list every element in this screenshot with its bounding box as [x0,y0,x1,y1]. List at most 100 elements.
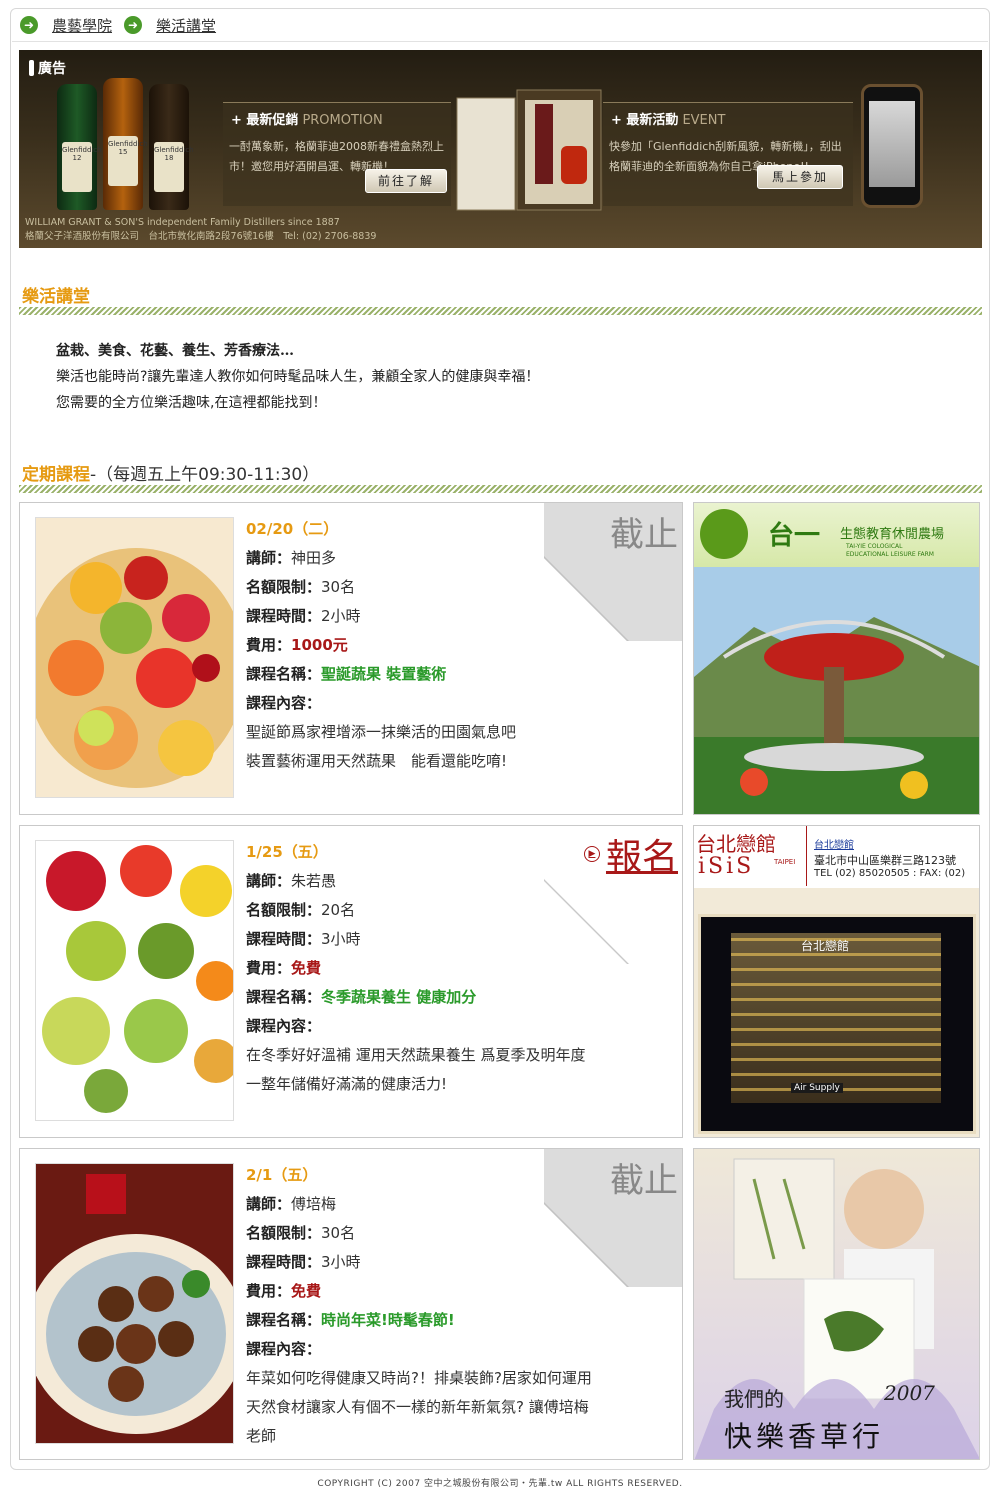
hotel-address: 臺北市中山區樂群三路123號 [814,854,956,867]
farm-name: 台一 [768,521,821,551]
course-duration: 課程時間：3小時 [246,1253,361,1271]
hotel-name: 台北戀館 [696,832,776,856]
iphone-image [861,84,923,208]
ad-banner[interactable]: 廣告 Glenfiddich 12 Glenfiddich 15 Glenfiddi… [19,50,982,248]
copyright: COPYRIGHT (C) 2007 空中之城股份有限公司・先輩.tw ALL … [317,1479,683,1489]
course-duration: 課程時間：3小時 [246,930,361,948]
hotel-header: 台北戀館 iSiS TAIPEI 台北戀館 臺北市中山區樂群三路123號 TEL… [694,826,979,888]
course-date: 1/25（五） [246,843,328,861]
course-photo-meatballs [35,1163,234,1444]
bottle-label: Glenfiddich 12 [62,142,102,192]
course-content-label: 課程內容： [246,1340,322,1358]
course-content: 一整年儲備好滿滿的健康活力! [246,1075,448,1093]
hotel-photo: 台北戀館 Air Supply [698,914,976,1134]
event-join-button[interactable]: 馬上參加 [757,165,843,189]
bottle-label: Glenfiddich 18 [154,142,194,192]
shop-sign: Air Supply [791,1083,843,1093]
herb-photo [694,1158,979,1459]
course-content: 在冬季好好溫補 運用天然蔬果養生 爲夏季及明年度 [246,1046,586,1064]
signup-link[interactable]: ▶ 報名 [583,828,678,880]
course-teacher: 講師：朱若愚 [246,872,337,890]
section-title-main: 定期課程 [22,465,90,485]
farm-english: TAI-YIE COLOGICAL EDUCATIONAL LEISURE FAR… [846,543,934,558]
section-stripe [19,307,982,315]
breadcrumb-link-academy[interactable]: 農藝學院 [52,15,112,36]
course-card: 截止 2/1（五） 講師：傅培梅 名額限制：30名 課程時間：3小時 費用：免費… [19,1148,683,1460]
promo-box: + 最新促銷 PROMOTION 一酎萬象新，格蘭菲迪2008新春禮盒熱烈上市！邀… [223,102,451,206]
course-photo-fruits [35,840,234,1121]
bottle-label: Glenfiddich 15 [108,136,148,186]
side-ad-herb[interactable]: 我們的 2007 快樂香草行 [693,1148,980,1460]
herb-line2: 快樂香草行 [724,1420,885,1453]
intro-line: 您需要的全方位樂活趣味,在這裡都能找到！ [56,395,327,411]
farm-tagline: 生態教育休閒農場 [840,527,945,542]
course-card: ▶ 報名 1/25（五） 講師：朱若愚 名額限制：20名 課程時間：3小時 費用… [19,825,683,1138]
intro-line: 樂活也能時尚?讓先輩達人教你如何時髦品味人生，兼顧全家人的健康與幸福！ [56,369,540,385]
course-info: 2/1（五） 講師：傅培梅 名額限制：30名 課程時間：3小時 費用：免費 課程… [246,1161,592,1451]
arrow-right-icon: ➜ [124,16,143,34]
section-title-lohas: 樂活講堂 [22,287,90,307]
divider [12,41,988,42]
course-content-label: 課程內容： [246,1017,322,1035]
course-name: 課程名稱：冬季蔬果養生 健康加分 [246,988,477,1006]
course-date: 2/1（五） [246,1166,318,1184]
course-content: 老師 [246,1427,277,1445]
course-fee: 費用：免費 [246,959,322,977]
breadcrumb-item[interactable]: ➜ 樂活講堂 [124,15,216,36]
hotel-sign: 台北戀館 [801,939,850,953]
divider [806,826,807,886]
course-fee: 費用：免費 [246,1282,322,1300]
side-ad-farm[interactable]: 台一 生態教育休閒農場 TAI-YIE COLOGICAL EDUCATIONAL… [693,502,980,815]
farm-header: 台一 生態教育休閒農場 TAI-YIE COLOGICAL EDUCATIONAL… [694,503,979,567]
promo-learn-more-button[interactable]: 前往了解 [365,169,447,193]
course-quota: 名額限制：20名 [246,901,356,919]
herb-year: 2007 [884,1381,935,1405]
arrow-right-icon: ➜ [20,16,38,34]
section-subtitle: -（每週五上午09:30-11:30） [90,465,320,485]
signup-label[interactable]: 報名 [606,828,678,880]
promo-title: + 最新促銷 PROMOTION [231,113,383,128]
course-quota: 名額限制：30名 [246,1224,356,1242]
course-content: 聖誕節爲家裡增添一抹樂活的田園氣息吧 [246,723,517,741]
ad-footer: WILLIAM GRANT & SON'S independent Family… [25,216,376,244]
course-name: 課程名稱：聖誕蔬果 裝置藝術 [246,665,447,683]
course-content: 天然食材讓家人有個不一樣的新年新氣氛? 讓傅培梅 [246,1398,589,1416]
ad-tag: 廣告 [29,58,66,78]
farm-logo-icon [700,509,748,559]
course-content-label: 課程內容： [246,694,322,712]
course-name: 課程名稱：時尚年菜!時髦春節! [246,1311,455,1329]
side-ad-hotel[interactable]: 台北戀館 iSiS TAIPEI 台北戀館 臺北市中山區樂群三路123號 TEL… [693,825,980,1138]
course-quota: 名額限制：30名 [246,578,356,596]
status-closed: 截止 [610,515,678,555]
hotel-building: 台北戀館 Air Supply [731,933,941,1103]
play-icon: ▶ [583,846,600,862]
iphone-screen [869,101,915,187]
course-date: 02/20（二） [246,520,339,538]
ad-footer-line: 格蘭父子洋酒股份有限公司 台北市敦化南路2段76號16樓 Tel: (02) 2… [25,231,377,242]
herb-line1: 我們的 [724,1387,784,1411]
event-title: + 最新活動 EVENT [611,113,726,128]
breadcrumb: ➜ 農藝學院 ➜ 樂活講堂 [20,12,228,38]
course-info: 02/20（二） 講師：神田多 名額限制：30名 課程時間：2小時 費用：100… [246,515,516,776]
course-content: 裝置藝術運用天然蔬果 能看還能吃唷! [246,752,508,770]
course-info: 1/25（五） 講師：朱若愚 名額限制：20名 課程時間：3小時 費用：免費 課… [246,838,586,1099]
whisky-bottle: Glenfiddich 18 [149,84,194,210]
status-closed: 截止 [610,1161,678,1201]
ad-tag-bar [29,60,34,76]
farm-photo [694,567,979,814]
course-photo-fruit-tart [35,517,234,798]
course-content: 年菜如何吃得健康又時尚?！排桌裝飾?居家如何運用 [246,1369,592,1387]
intro-lead: 盆栽、美食、花藝、養生、芳香療法… [56,343,294,359]
course-duration: 課程時間：2小時 [246,607,361,625]
course-teacher: 講師：神田多 [246,549,337,567]
gift-box-image [456,89,602,211]
ad-footer-line: WILLIAM GRANT & SON'S independent Family… [25,217,340,228]
breadcrumb-item[interactable]: ➜ 農藝學院 [20,15,112,36]
section-stripe [19,485,982,493]
breadcrumb-link-lohas[interactable]: 樂活講堂 [156,15,216,36]
hotel-logo-sub: TAIPEI [774,858,796,866]
hotel-link[interactable]: 台北戀館 [814,836,854,851]
section-title-courses: 定期課程-（每週五上午09:30-11:30） [22,460,319,485]
ad-tag-label: 廣告 [38,61,66,77]
hotel-windows [731,933,941,1103]
